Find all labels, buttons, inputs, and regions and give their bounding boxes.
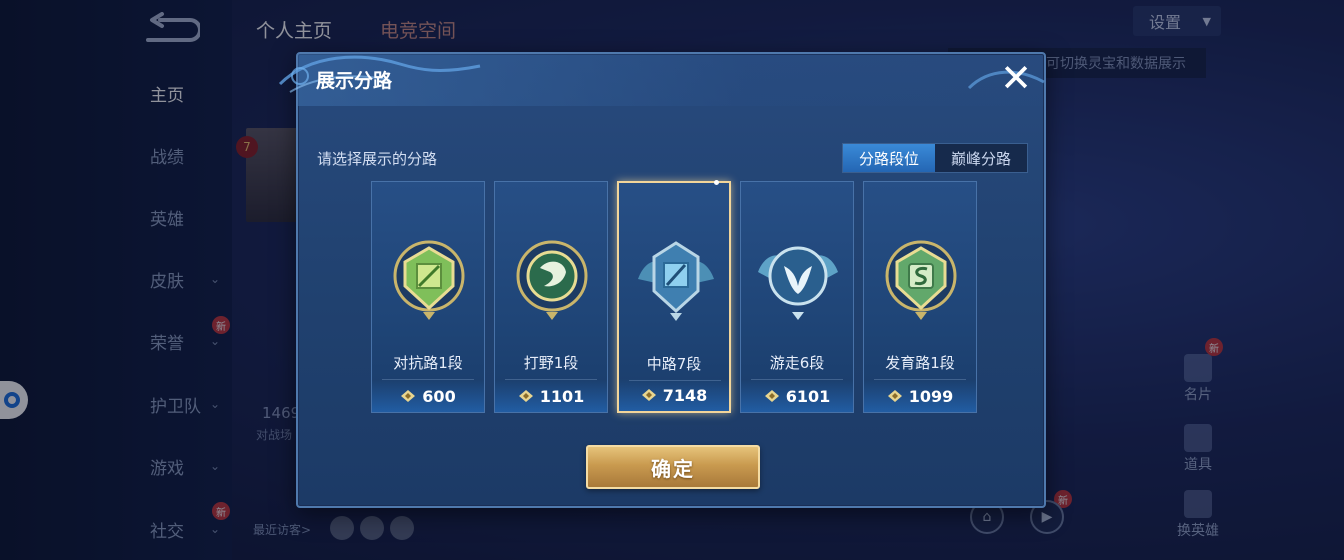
diamond-score-icon (518, 390, 533, 402)
lane-card-mid[interactable]: 中路7段 7148 (617, 180, 731, 413)
lane-name: 中路7段 (646, 355, 702, 373)
selected-marker (714, 180, 719, 185)
lane-score: 600 (422, 386, 456, 406)
lane-score: 1101 (539, 386, 585, 406)
diamond-score-icon (887, 390, 902, 402)
tab-peak-lane[interactable]: 巅峰分路 (935, 144, 1027, 172)
dragon-emblem-icon (516, 240, 588, 320)
wings-emblem-icon (758, 246, 838, 320)
score-bar: 1099 (864, 380, 976, 412)
dialog-title: 展示分路 (316, 70, 393, 92)
score-bar: 600 (372, 380, 484, 412)
lane-card-roam[interactable]: 游走6段 6101 (740, 181, 854, 413)
select-prompt: 请选择展示的分路 (317, 150, 438, 168)
sword-shield-emblem-icon (393, 240, 465, 320)
lane-score: 6101 (785, 386, 831, 406)
score-bar: 1101 (495, 380, 607, 412)
lane-card-jungle[interactable]: 打野1段 1101 (494, 181, 608, 413)
lane-score: 7148 (662, 385, 708, 405)
lane-list: 对抗路1段 600 打野1段 1101 中路7段 7148 游走6段 6101 … (371, 180, 981, 413)
confirm-button[interactable]: 确定 (586, 445, 760, 489)
lane-display-dialog: 展示分路 ✕ 请选择展示的分路 分路段位 巅峰分路 对抗路1段 600 打野1段… (278, 52, 1046, 508)
score-bar: 7148 (619, 379, 729, 411)
lane-type-toggle: 分路段位 巅峰分路 (842, 143, 1028, 173)
score-bar: 6101 (741, 380, 853, 412)
lane-card-top[interactable]: 对抗路1段 600 (371, 181, 485, 413)
coin-emblem-icon (885, 240, 957, 320)
lane-score: 1099 (908, 386, 954, 406)
lane-name: 发育路1段 (885, 354, 955, 372)
close-icon[interactable]: ✕ (998, 59, 1034, 97)
diamond-score-icon (764, 390, 779, 402)
lane-name: 对抗路1段 (393, 354, 463, 372)
lane-card-bot[interactable]: 发育路1段 1099 (863, 181, 977, 413)
diamond-score-icon (401, 390, 416, 402)
diamond-score-icon (641, 389, 656, 401)
lane-name: 打野1段 (523, 354, 579, 372)
staff-emblem-icon (638, 241, 714, 321)
lane-name: 游走6段 (769, 354, 825, 372)
tab-lane-rank[interactable]: 分路段位 (843, 144, 935, 172)
